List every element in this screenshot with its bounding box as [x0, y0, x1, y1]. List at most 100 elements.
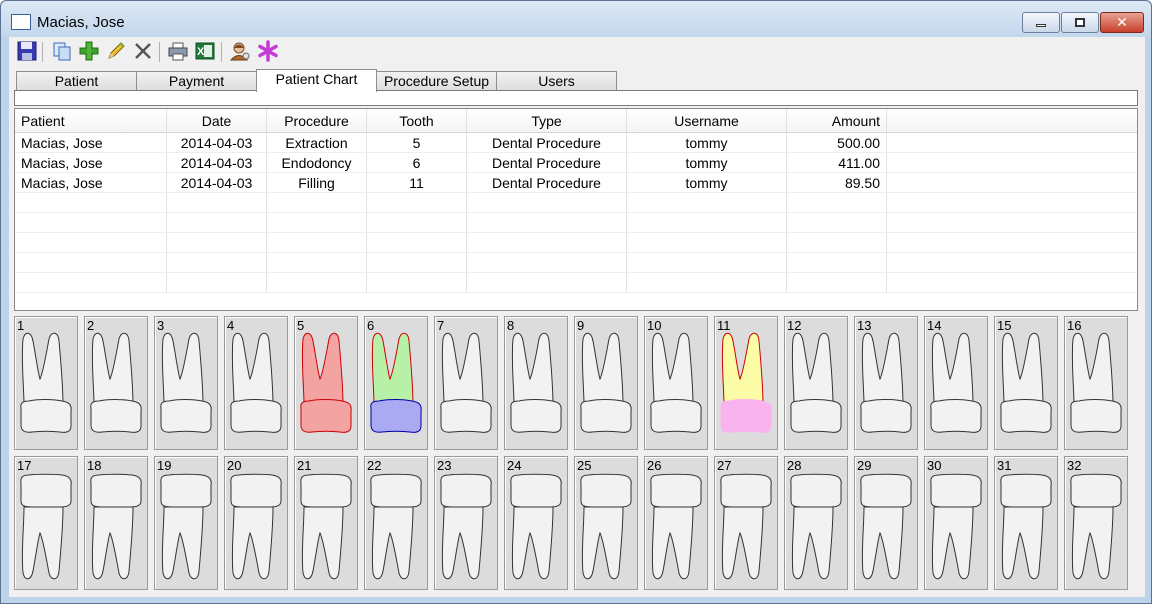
- tooth-root: [791, 506, 834, 580]
- tooth-number: 29: [857, 458, 872, 473]
- tooth-14[interactable]: 14: [924, 316, 988, 450]
- tooth-icon: [370, 332, 422, 433]
- tooth-icon: [790, 473, 842, 580]
- tooth-root: [301, 332, 344, 407]
- tooth-7[interactable]: 7: [434, 316, 498, 450]
- user-button[interactable]: [229, 40, 251, 62]
- tooth-root: [161, 332, 204, 407]
- tab-users[interactable]: Users: [496, 71, 617, 91]
- tooth-18[interactable]: 18: [84, 456, 148, 590]
- tab-patient-chart[interactable]: Patient Chart: [256, 69, 377, 92]
- column-header-username[interactable]: Username: [627, 109, 787, 132]
- tooth-crown: [580, 399, 632, 433]
- tooth-12[interactable]: 12: [784, 316, 848, 450]
- tooth-5[interactable]: 5: [294, 316, 358, 450]
- column-header-amount[interactable]: Amount: [787, 109, 887, 132]
- table-row[interactable]: Macias, Jose 2014-04-03 Endodoncy 6 Dent…: [15, 153, 1137, 173]
- column-header-date[interactable]: Date: [167, 109, 267, 132]
- tooth-crown: [930, 399, 982, 433]
- tooth-number: 23: [437, 458, 452, 473]
- tooth-6[interactable]: 6: [364, 316, 428, 450]
- cell-date: 2014-04-03: [167, 133, 267, 152]
- tooth-icon: [860, 332, 912, 433]
- tooth-4[interactable]: 4: [224, 316, 288, 450]
- delete-button[interactable]: [132, 40, 154, 62]
- tooth-icon: [1070, 473, 1122, 580]
- tooth-icon: [580, 332, 632, 433]
- tooth-number: 13: [857, 318, 872, 333]
- edit-button[interactable]: [105, 40, 127, 62]
- cell-type: Dental Procedure: [467, 133, 627, 152]
- tooth-root: [651, 506, 694, 580]
- tooth-icon: [510, 332, 562, 433]
- tooth-29[interactable]: 29: [854, 456, 918, 590]
- asterisk-button[interactable]: [257, 40, 279, 62]
- tooth-icon: [1070, 332, 1122, 433]
- tooth-number: 5: [297, 318, 305, 333]
- save-button[interactable]: [16, 40, 38, 62]
- tooth-24[interactable]: 24: [504, 456, 568, 590]
- tooth-root: [721, 332, 764, 407]
- empty-row: [15, 213, 1137, 233]
- table-row[interactable]: Macias, Jose 2014-04-03 Extraction 5 Den…: [15, 133, 1137, 153]
- minimize-button[interactable]: [1022, 12, 1060, 33]
- tooth-15[interactable]: 15: [994, 316, 1058, 450]
- tab-procedure-setup[interactable]: Procedure Setup: [376, 71, 497, 91]
- cell-tooth: 11: [367, 173, 467, 192]
- column-header-type[interactable]: Type: [467, 109, 627, 132]
- column-header-tooth[interactable]: Tooth: [367, 109, 467, 132]
- tooth-32[interactable]: 32: [1064, 456, 1128, 590]
- maximize-button[interactable]: [1061, 12, 1099, 33]
- copy-button[interactable]: [51, 40, 73, 62]
- print-button[interactable]: [167, 40, 189, 62]
- tooth-23[interactable]: 23: [434, 456, 498, 590]
- tooth-22[interactable]: 22: [364, 456, 428, 590]
- cell-amount: 411.00: [787, 153, 887, 172]
- tab-payment[interactable]: Payment: [136, 71, 257, 91]
- tooth-1[interactable]: 1: [14, 316, 78, 450]
- tooth-crown: [20, 473, 72, 508]
- tooth-root: [511, 506, 554, 580]
- tooth-9[interactable]: 9: [574, 316, 638, 450]
- tooth-8[interactable]: 8: [504, 316, 568, 450]
- cell-amount: 89.50: [787, 173, 887, 192]
- upper-teeth-row: 1 2 3 4 5 6 7 8 9 10 11 12 13 14 15 16: [14, 316, 1138, 450]
- filter-bar[interactable]: [14, 90, 1138, 106]
- tooth-16[interactable]: 16: [1064, 316, 1128, 450]
- tooth-root: [581, 332, 624, 407]
- tooth-icon: [370, 473, 422, 580]
- close-button[interactable]: ✕: [1100, 12, 1144, 33]
- tooth-icon: [650, 473, 702, 580]
- export-excel-button[interactable]: X: [194, 40, 216, 62]
- tooth-26[interactable]: 26: [644, 456, 708, 590]
- tooth-30[interactable]: 30: [924, 456, 988, 590]
- tab-patient[interactable]: Patient: [16, 71, 137, 91]
- column-header-patient[interactable]: Patient: [15, 109, 167, 132]
- tooth-20[interactable]: 20: [224, 456, 288, 590]
- tooth-21[interactable]: 21: [294, 456, 358, 590]
- svg-text:X: X: [197, 46, 205, 58]
- edit-pencil-icon: [108, 42, 125, 59]
- tooth-25[interactable]: 25: [574, 456, 638, 590]
- tooth-17[interactable]: 17: [14, 456, 78, 590]
- tooth-2[interactable]: 2: [84, 316, 148, 450]
- tooth-13[interactable]: 13: [854, 316, 918, 450]
- tooth-icon: [580, 473, 632, 580]
- tooth-3[interactable]: 3: [154, 316, 218, 450]
- toolbar: X: [9, 37, 1145, 67]
- tooth-number: 26: [647, 458, 662, 473]
- tooth-19[interactable]: 19: [154, 456, 218, 590]
- column-header-procedure[interactable]: Procedure: [267, 109, 367, 132]
- add-button[interactable]: [78, 40, 100, 62]
- tooth-11[interactable]: 11: [714, 316, 778, 450]
- tooth-10[interactable]: 10: [644, 316, 708, 450]
- tooth-icon: [860, 473, 912, 580]
- table-row[interactable]: Macias, Jose 2014-04-03 Filling 11 Denta…: [15, 173, 1137, 193]
- tooth-icon: [440, 473, 492, 580]
- tooth-27[interactable]: 27: [714, 456, 778, 590]
- title-bar[interactable]: Macias, Jose ✕: [1, 1, 1151, 37]
- tooth-root: [301, 506, 344, 580]
- tooth-31[interactable]: 31: [994, 456, 1058, 590]
- tooth-crown: [580, 473, 632, 508]
- tooth-28[interactable]: 28: [784, 456, 848, 590]
